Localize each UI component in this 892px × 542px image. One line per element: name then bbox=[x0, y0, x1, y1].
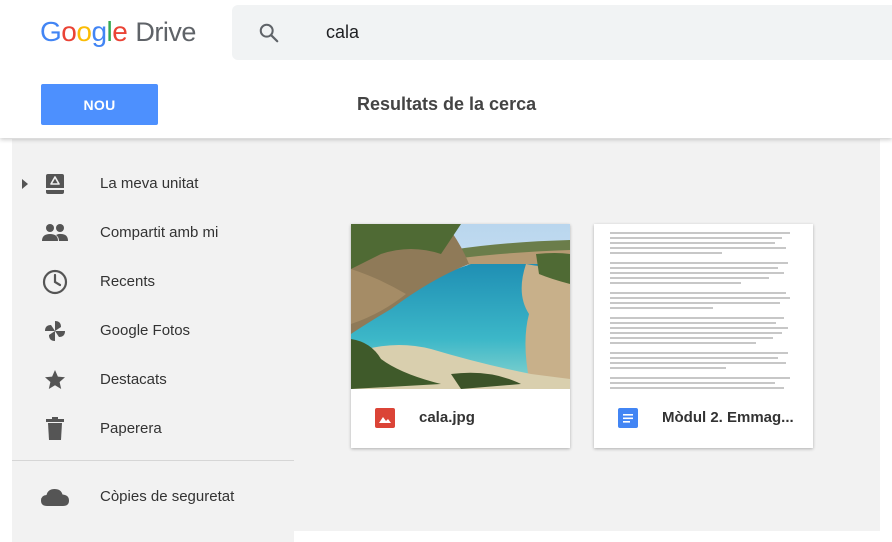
logo-letter: o bbox=[61, 16, 77, 47]
sidebar-item-label: Còpies de seguretat bbox=[100, 488, 235, 505]
document-text-line bbox=[610, 247, 786, 249]
sidebar-item-label: Destacats bbox=[100, 371, 167, 388]
cloud-icon bbox=[38, 480, 72, 514]
sidebar-item-trash[interactable]: Paperera bbox=[12, 404, 294, 453]
document-text-line bbox=[610, 272, 784, 274]
document-text-line bbox=[610, 362, 786, 364]
logo-letter: g bbox=[91, 16, 107, 47]
document-text-line bbox=[610, 302, 781, 304]
pinwheel-icon bbox=[38, 314, 72, 348]
document-text-line bbox=[610, 292, 786, 294]
document-text-line bbox=[610, 337, 773, 339]
page-title: Resultats de la cerca bbox=[357, 94, 537, 114]
top-bar: Google Drive cala NOU Resultats de la ce… bbox=[0, 0, 892, 138]
document-text-line bbox=[610, 232, 790, 234]
document-text-line bbox=[610, 262, 788, 264]
sidebar-item-google-photos[interactable]: Google Fotos bbox=[12, 306, 294, 355]
trash-icon bbox=[38, 412, 72, 446]
document-preview bbox=[594, 224, 813, 389]
sidebar-item-my-drive[interactable]: La meva unitat bbox=[12, 159, 294, 208]
document-text-line bbox=[610, 282, 741, 284]
logo-letter: e bbox=[112, 16, 128, 47]
document-text-line bbox=[610, 242, 775, 244]
document-text-line bbox=[610, 342, 756, 344]
search-input[interactable]: cala bbox=[326, 22, 359, 43]
sidebar-item-label: Paperera bbox=[100, 420, 162, 437]
document-text-line bbox=[610, 307, 713, 309]
document-text-line bbox=[610, 237, 783, 239]
document-text-line bbox=[610, 267, 779, 269]
document-text-line bbox=[610, 372, 797, 374]
image-thumbnail bbox=[351, 224, 570, 389]
document-text-line bbox=[610, 377, 790, 379]
file-card-image[interactable]: cala.jpg bbox=[351, 224, 570, 448]
google-drive-logo[interactable]: Google Drive bbox=[40, 16, 196, 50]
clock-icon bbox=[38, 265, 72, 299]
document-text-line bbox=[610, 327, 788, 329]
search-bar[interactable]: cala bbox=[232, 5, 892, 60]
logo-letter: G bbox=[40, 16, 62, 47]
document-text-line bbox=[610, 357, 779, 359]
document-text-line bbox=[610, 317, 784, 319]
document-text-line bbox=[610, 297, 790, 299]
document-text-line bbox=[610, 332, 783, 334]
sidebar-divider bbox=[12, 460, 294, 461]
results-area: cala.jpg Mòdul 2. Emmag... bbox=[294, 139, 880, 531]
document-text-line bbox=[610, 382, 775, 384]
people-icon bbox=[38, 216, 72, 250]
sidebar: La meva unitat Compartit amb mi Recents bbox=[12, 139, 294, 542]
image-file-icon bbox=[375, 408, 395, 428]
file-name: cala.jpg bbox=[419, 409, 475, 426]
sidebar-item-label: Recents bbox=[100, 273, 156, 290]
document-text-line bbox=[610, 257, 797, 259]
document-text-line bbox=[610, 277, 769, 279]
document-text-line bbox=[610, 387, 784, 389]
my-drive-icon bbox=[38, 167, 72, 201]
new-button[interactable]: NOU bbox=[41, 84, 158, 125]
expand-arrow-icon[interactable] bbox=[22, 178, 28, 189]
sidebar-item-shared[interactable]: Compartit amb mi bbox=[12, 208, 294, 257]
document-text-line bbox=[610, 347, 797, 349]
sidebar-item-starred[interactable]: Destacats bbox=[12, 355, 294, 404]
document-text-line bbox=[610, 367, 726, 369]
file-name: Mòdul 2. Emmag... bbox=[662, 409, 794, 426]
sidebar-item-label: Google Fotos bbox=[100, 322, 191, 339]
sidebar-item-label: La meva unitat bbox=[100, 175, 199, 192]
document-text-line bbox=[610, 252, 723, 254]
logo-drive-word: Drive bbox=[135, 17, 196, 47]
sidebar-item-backups[interactable]: Còpies de seguretat bbox=[12, 472, 294, 521]
search-icon[interactable] bbox=[258, 22, 280, 44]
logo-letter: o bbox=[76, 16, 92, 47]
star-icon bbox=[38, 363, 72, 397]
document-thumbnail bbox=[594, 224, 813, 389]
file-card-document[interactable]: Mòdul 2. Emmag... bbox=[594, 224, 813, 448]
sidebar-item-recent[interactable]: Recents bbox=[12, 257, 294, 306]
sidebar-item-label: Compartit amb mi bbox=[100, 224, 219, 241]
document-text-line bbox=[610, 352, 788, 354]
document-text-line bbox=[610, 322, 777, 324]
document-text-line bbox=[610, 312, 797, 314]
document-text-line bbox=[610, 287, 797, 289]
docs-file-icon bbox=[618, 408, 638, 428]
